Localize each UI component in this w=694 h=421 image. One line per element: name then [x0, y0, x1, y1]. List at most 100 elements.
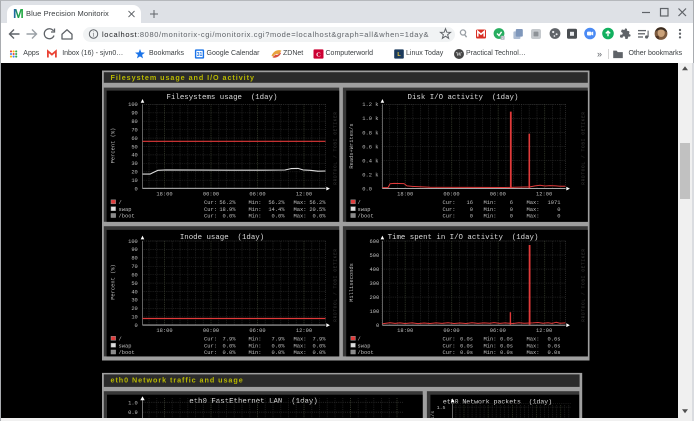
svg-text:12:00: 12:00 [296, 328, 312, 334]
svg-text:Min:: Min: [249, 337, 262, 343]
svg-text:80: 80 [131, 256, 137, 262]
svg-text:Max:: Max: [294, 350, 307, 356]
svg-text:Min:: Min: [484, 343, 497, 349]
svg-text:0.0%: 0.0% [223, 343, 237, 349]
svg-text:Filesystems usage (1day): Filesystems usage (1day) [167, 94, 278, 102]
svg-text:Min:: Min: [484, 200, 497, 206]
svg-text:06:00: 06:00 [249, 328, 265, 334]
svg-text:/: / [119, 200, 122, 206]
svg-text:40: 40 [131, 153, 137, 159]
svg-text:300: 300 [369, 281, 379, 287]
svg-text:Cur:: Cur: [204, 200, 217, 206]
svg-text:»: » [597, 49, 602, 59]
svg-text:10: 10 [131, 315, 137, 321]
svg-text:0.0s: 0.0s [460, 343, 473, 349]
svg-text:Min:: Min: [249, 343, 262, 349]
svg-text:/boot: /boot [119, 350, 135, 356]
svg-text:0.0s: 0.0s [500, 337, 513, 343]
svg-text:eth0 Network packets (1day): eth0 Network packets (1day) [443, 398, 552, 405]
svg-text:0: 0 [470, 207, 473, 213]
svg-text:Cur:: Cur: [204, 350, 217, 356]
svg-text:100: 100 [128, 239, 138, 245]
svg-text:Time spent in I/O activity (1: Time spent in I/O activity (1day) [388, 234, 539, 242]
svg-text:0: 0 [557, 214, 560, 220]
svg-text:200: 200 [369, 295, 379, 301]
svg-text:Max:: Max: [527, 337, 540, 343]
svg-text:Disk I/O activity (1day): Disk I/O activity (1day) [408, 94, 519, 102]
svg-text:Max:: Max: [527, 350, 540, 356]
svg-text:1.5: 1.5 [437, 405, 446, 411]
svg-text:Filesystem usage and I/O activ: Filesystem usage and I/O activity [111, 73, 255, 82]
svg-text:/boot: /boot [358, 214, 374, 220]
svg-text:Max:: Max: [294, 214, 307, 220]
svg-text:0.6s: 0.6s [548, 337, 561, 343]
svg-text:600: 600 [369, 239, 379, 245]
svg-text:Max:: Max: [527, 214, 540, 220]
svg-text:7.9%: 7.9% [272, 337, 286, 343]
svg-text:00:00: 00:00 [443, 191, 459, 197]
svg-text:30: 30 [131, 161, 137, 167]
svg-text:18:00: 18:00 [397, 191, 413, 197]
svg-text:eth0 Network traffic and usage: eth0 Network traffic and usage [111, 375, 244, 384]
svg-text:56.2%: 56.2% [268, 200, 285, 206]
svg-text:90: 90 [131, 111, 137, 117]
svg-text:0.0s: 0.0s [460, 337, 473, 343]
svg-text:12:00: 12:00 [296, 191, 312, 197]
svg-text:90: 90 [131, 247, 137, 253]
svg-text:1071: 1071 [548, 200, 561, 206]
svg-text:0.6 k: 0.6 k [362, 144, 378, 150]
svg-text:60: 60 [131, 136, 137, 142]
svg-text:i: i [93, 31, 95, 39]
svg-text:Milliseconds: Milliseconds [349, 263, 355, 302]
svg-text:Min:: Min: [484, 207, 497, 213]
svg-text:Min:: Min: [484, 214, 497, 220]
svg-text:1.2 k: 1.2 k [362, 102, 378, 108]
svg-text:06:00: 06:00 [249, 191, 265, 197]
svg-text:Cur:: Cur: [204, 343, 217, 349]
svg-text:00:00: 00:00 [203, 191, 219, 197]
svg-text:0.0%: 0.0% [313, 343, 327, 349]
svg-text:18:00: 18:00 [397, 328, 413, 334]
svg-text:20: 20 [131, 306, 137, 312]
svg-text:18:00: 18:00 [156, 191, 172, 197]
svg-text:0: 0 [376, 323, 379, 329]
svg-text:Cur:: Cur: [443, 350, 456, 356]
svg-text:Cur:: Cur: [443, 200, 456, 206]
svg-text:Min:: Min: [249, 350, 262, 356]
svg-text:RRDTOOL / TOBI OETIKER: RRDTOOL / TOBI OETIKER [334, 111, 339, 184]
svg-text:14.4%: 14.4% [268, 207, 285, 213]
svg-text:/: / [119, 337, 122, 343]
svg-text:/: / [358, 337, 361, 343]
svg-text:Min:: Min: [484, 350, 497, 356]
svg-text:18.9%: 18.9% [219, 207, 236, 213]
svg-text:1.0: 1.0 [128, 400, 138, 406]
svg-text:100: 100 [128, 102, 138, 108]
svg-text:60: 60 [131, 273, 137, 279]
svg-text:16: 16 [467, 200, 473, 206]
svg-text:Min:: Min: [484, 337, 497, 343]
svg-text:1.0 k: 1.0 k [362, 116, 378, 122]
svg-text:31: 31 [197, 52, 203, 58]
svg-text:0: 0 [557, 207, 560, 213]
svg-text:Cur:: Cur: [204, 214, 217, 220]
svg-text:0.0: 0.0 [362, 186, 372, 192]
svg-text:00:00: 00:00 [443, 328, 459, 334]
svg-text:RRDTOOL / TOBI OETIKER: RRDTOOL / TOBI OETIKER [582, 248, 587, 321]
svg-text:0.0%: 0.0% [223, 214, 237, 220]
svg-text:0.0%: 0.0% [272, 214, 286, 220]
svg-text:400: 400 [369, 267, 379, 273]
svg-text:100: 100 [369, 309, 379, 315]
svg-text:swap: swap [358, 207, 371, 213]
svg-text:0.0%: 0.0% [272, 343, 286, 349]
svg-text:30: 30 [131, 298, 137, 304]
svg-text:swap: swap [119, 343, 132, 349]
svg-text:500: 500 [369, 253, 379, 259]
svg-text:Cur:: Cur: [443, 337, 456, 343]
svg-text:/: / [358, 200, 361, 206]
svg-text:Min:: Min: [249, 200, 262, 206]
svg-text:80: 80 [131, 119, 137, 125]
svg-text:70: 70 [131, 128, 137, 134]
svg-text:06:00: 06:00 [490, 191, 506, 197]
svg-text:Cur:: Cur: [443, 343, 456, 349]
svg-text:0.0%: 0.0% [272, 350, 286, 356]
